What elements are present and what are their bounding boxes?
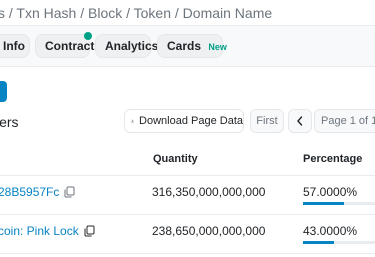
filter-button[interactable] bbox=[0, 81, 7, 102]
holder-address: 28B5957Fc bbox=[0, 185, 60, 199]
table-divider bbox=[0, 253, 375, 254]
holder-address-link[interactable]: coin: Pink Lock bbox=[0, 224, 95, 238]
search-bar[interactable]: s / Txn Hash / Block / Token / Domain Na… bbox=[0, 0, 375, 26]
download-page-data-button[interactable]: Download Page Data bbox=[124, 109, 244, 133]
verified-dot-icon bbox=[84, 32, 92, 40]
first-page-label: First bbox=[256, 115, 278, 127]
tab-info[interactable]: Info bbox=[0, 34, 30, 58]
page-indicator-label: Page 1 of 1 bbox=[321, 115, 375, 127]
percentage-bar-fill bbox=[303, 241, 334, 244]
percentage-bar-fill bbox=[303, 202, 345, 205]
chevron-left-icon bbox=[297, 116, 303, 126]
percentage-bar bbox=[303, 202, 375, 205]
table-divider bbox=[0, 214, 375, 215]
tab-contract[interactable]: Contract bbox=[35, 32, 94, 58]
previous-page-button[interactable] bbox=[288, 109, 312, 133]
tab-analytics-label: Analytics bbox=[105, 39, 159, 53]
copy-icon[interactable] bbox=[64, 186, 75, 198]
holders-card: lers Download Page Data First Page 1 of … bbox=[0, 66, 375, 257]
first-page-button[interactable]: First bbox=[250, 109, 284, 133]
quantity-header: Quantity bbox=[153, 153, 198, 165]
download-label: Download Page Data bbox=[139, 115, 243, 127]
tab-cards[interactable]: Cards New bbox=[157, 34, 227, 58]
tab-contract-label: Contract bbox=[45, 39, 95, 53]
holder-percentage: 57.0000% bbox=[303, 185, 358, 199]
copy-icon[interactable] bbox=[84, 225, 95, 237]
tab-info-label: Info bbox=[3, 39, 25, 53]
holder-quantity: 238,650,000,000,000 bbox=[152, 224, 266, 238]
holder-quantity: 316,350,000,000,000 bbox=[152, 185, 266, 199]
percentage-bar bbox=[303, 241, 375, 244]
holder-percentage: 43.0000% bbox=[303, 224, 358, 238]
tab-analytics[interactable]: Analytics bbox=[95, 34, 158, 58]
download-icon bbox=[131, 119, 134, 123]
new-badge: New bbox=[208, 42, 227, 52]
percentage-header: Percentage bbox=[303, 153, 363, 165]
table-divider bbox=[0, 175, 375, 176]
page-indicator: Page 1 of 1 bbox=[314, 109, 375, 133]
tab-cards-label: Cards bbox=[167, 39, 202, 53]
holder-address: coin: Pink Lock bbox=[0, 224, 79, 238]
section-title: lers bbox=[0, 114, 19, 130]
holder-address-link[interactable]: 28B5957Fc bbox=[0, 185, 75, 199]
search-placeholder: s / Txn Hash / Block / Token / Domain Na… bbox=[0, 5, 273, 21]
